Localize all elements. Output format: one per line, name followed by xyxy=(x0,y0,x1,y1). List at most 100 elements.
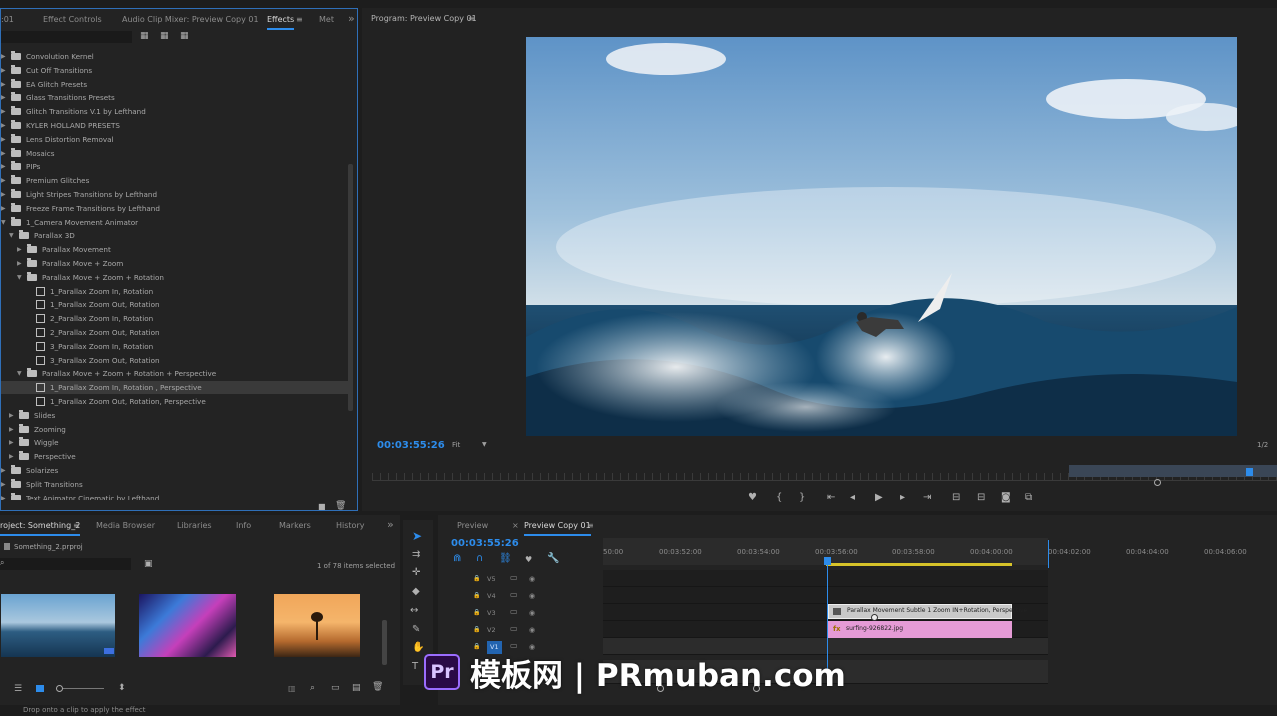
effects-preset[interactable]: 3_Parallax Zoom In, Rotation xyxy=(1,340,348,353)
track-lane-v4[interactable] xyxy=(603,587,1048,604)
film-icon[interactable]: ▭ xyxy=(510,624,518,633)
chevron-down-icon[interactable]: ▼ xyxy=(1,216,6,229)
lock-icon[interactable]: 🔒 xyxy=(473,609,480,616)
pen-tool-icon[interactable]: ✎ xyxy=(412,625,420,635)
effects-folder[interactable]: ▼ 1_Camera Movement Animator xyxy=(1,216,348,229)
timeline-menu-icon[interactable]: ≡ xyxy=(587,521,594,530)
thumb-surfing[interactable] xyxy=(1,594,115,657)
chevron-right-icon[interactable]: ▶ xyxy=(9,436,14,449)
new-bin-icon[interactable]: ▭ xyxy=(331,683,340,693)
lock-icon[interactable]: 🔒 xyxy=(473,626,480,633)
tab-effect-controls[interactable]: Effect Controls xyxy=(43,15,102,24)
project-scrollbar[interactable] xyxy=(382,620,387,665)
effects-folder[interactable]: ▼ Parallax Move + Zoom + Rotation + Persp… xyxy=(1,367,348,380)
chevron-right-icon[interactable]: ▶ xyxy=(1,147,6,160)
new-bin-icon[interactable]: ■ xyxy=(318,502,326,512)
extract-icon[interactable]: ⊟ xyxy=(977,493,985,503)
comparison-view-icon[interactable]: ⧉ xyxy=(1025,493,1032,503)
effects-folder[interactable]: ▶ Perspective xyxy=(1,450,348,463)
new-search-bin-icon[interactable]: ▣ xyxy=(144,559,153,569)
snap-icon[interactable]: ∩ xyxy=(476,554,483,564)
accelerated-effects-icon[interactable]: ▦ xyxy=(160,31,169,41)
trash-icon[interactable]: 🗑 xyxy=(372,682,383,692)
effects-preset[interactable]: 2_Parallax Zoom Out, Rotation xyxy=(1,326,348,339)
chevron-right-icon[interactable]: ▶ xyxy=(1,50,6,63)
film-icon[interactable]: ▭ xyxy=(510,573,518,582)
tab-media-browser[interactable]: Media Browser xyxy=(96,521,155,530)
effects-folder[interactable]: ▶ Cut Off Transitions xyxy=(1,64,348,77)
effects-folder[interactable]: ▶ Parallax Move + Zoom xyxy=(1,257,348,270)
effects-preset[interactable]: 3_Parallax Zoom Out, Rotation xyxy=(1,354,348,367)
project-menu-icon[interactable]: ≡ xyxy=(73,521,80,530)
automate-sequence-icon[interactable]: ▥ xyxy=(288,684,296,693)
tab-effects[interactable]: Effects xyxy=(267,15,295,30)
effects-folder[interactable]: ▶ KYLER HOLLAND PRESETS xyxy=(1,119,348,132)
hand-tool-icon[interactable]: ✋ xyxy=(412,643,424,653)
panel-overflow-icon[interactable]: » xyxy=(387,518,394,531)
track-select-tool-icon[interactable]: ⇉ xyxy=(412,550,420,560)
effects-scrollbar[interactable] xyxy=(348,164,353,411)
chevron-right-icon[interactable]: ▶ xyxy=(1,119,6,132)
chevron-right-icon[interactable]: ▶ xyxy=(17,257,22,270)
keyframe-handle[interactable] xyxy=(871,614,878,621)
eye-icon[interactable]: ◉ xyxy=(529,592,535,600)
track-label[interactable]: V4 xyxy=(487,592,496,600)
monitor-playhead[interactable] xyxy=(1246,468,1253,476)
tab-libraries[interactable]: Libraries xyxy=(177,521,212,530)
lift-icon[interactable]: ⊟ xyxy=(952,493,960,503)
program-monitor-title[interactable]: Program: Preview Copy 01 xyxy=(371,14,477,23)
chevron-down-icon[interactable]: ▼ xyxy=(17,367,22,380)
zoom-slider[interactable] xyxy=(56,685,104,692)
effects-preset[interactable]: 2_Parallax Zoom In, Rotation xyxy=(1,312,348,325)
chevron-right-icon[interactable]: ▶ xyxy=(1,464,6,477)
tab-metadata[interactable]: Met xyxy=(319,15,334,24)
effects-folder[interactable]: ▶ Glass Transitions Presets xyxy=(1,91,348,104)
effects-folder[interactable]: ▶ Lens Distortion Removal xyxy=(1,133,348,146)
tab-info[interactable]: Info xyxy=(236,521,251,530)
chevron-right-icon[interactable]: ▶ xyxy=(1,492,6,500)
chevron-right-icon[interactable]: ▶ xyxy=(1,78,6,91)
step-back-icon[interactable]: ◂ xyxy=(850,493,855,503)
find-icon[interactable]: ⌕ xyxy=(310,683,315,693)
chevron-right-icon[interactable]: ▶ xyxy=(1,91,6,104)
trash-icon[interactable]: 🗑 xyxy=(335,501,346,511)
chevron-right-icon[interactable]: ▶ xyxy=(9,409,14,422)
insert-nest-icon[interactable]: ⋒ xyxy=(453,554,461,564)
track-label[interactable]: V5 xyxy=(487,575,496,583)
chevron-right-icon[interactable]: ▶ xyxy=(9,450,14,463)
effects-folder[interactable]: ▶ Light Stripes Transitions by Lefthand xyxy=(1,188,348,201)
effects-folder[interactable]: ▼ Parallax 3D xyxy=(1,229,348,242)
add-marker-icon[interactable]: ♥ xyxy=(525,555,532,565)
effects-folder[interactable]: ▶ Mosaics xyxy=(1,147,348,160)
effects-search-input[interactable] xyxy=(1,31,132,43)
chevron-right-icon[interactable]: ▶ xyxy=(1,202,6,215)
effects-folder[interactable]: ▶ PIPs xyxy=(1,160,348,173)
close-icon[interactable]: × xyxy=(512,521,519,530)
clip-adjustment-layer[interactable]: Parallax Movement Subtle 1 Zoom IN+Rotat… xyxy=(828,604,1027,619)
chevron-right-icon[interactable]: ▶ xyxy=(9,423,14,436)
panel-overflow-icon[interactable]: » xyxy=(348,12,355,25)
lock-icon[interactable]: 🔒 xyxy=(473,592,480,599)
track-lane-v5[interactable] xyxy=(603,570,1048,587)
effects-folder[interactable]: ▶ Wiggle xyxy=(1,436,348,449)
track-label[interactable]: V3 xyxy=(487,609,496,617)
yuv-effects-icon[interactable]: ▦ xyxy=(180,31,189,41)
effects-folder[interactable]: ▶ Text Animator Cinematic by Lefthand xyxy=(1,492,348,500)
effects-folder[interactable]: ▶ Split Transitions xyxy=(1,478,348,491)
effects-preset[interactable]: 1_Parallax Zoom Out, Rotation, Perspecti… xyxy=(1,395,348,408)
playhead-handle[interactable] xyxy=(824,557,831,565)
tab-preview-sequence[interactable]: Preview xyxy=(457,521,488,530)
effects-menu-icon[interactable]: ≡ xyxy=(296,15,303,24)
effects-folder[interactable]: ▶ Parallax Movement xyxy=(1,243,348,256)
chevron-right-icon[interactable]: ▶ xyxy=(1,105,6,118)
effects-preset[interactable]: 1_Parallax Zoom In, Rotation xyxy=(1,285,348,298)
timeline-timecode[interactable]: 00:03:55:26 xyxy=(451,538,519,549)
chevron-right-icon[interactable]: ▶ xyxy=(1,188,6,201)
step-forward-icon[interactable]: ▸ xyxy=(900,493,905,503)
selection-tool-icon[interactable]: ➤ xyxy=(412,530,422,542)
clip-image[interactable]: fx surfing-926822.jpg xyxy=(828,621,1012,638)
new-item-icon[interactable]: ▤ xyxy=(352,683,361,693)
fit-select[interactable]: Fit ▼ xyxy=(452,441,492,449)
tab-audio-clip-mixer[interactable]: Audio Clip Mixer: Preview Copy 01 xyxy=(122,15,259,24)
wrench-icon[interactable]: 🔧 xyxy=(547,554,559,564)
